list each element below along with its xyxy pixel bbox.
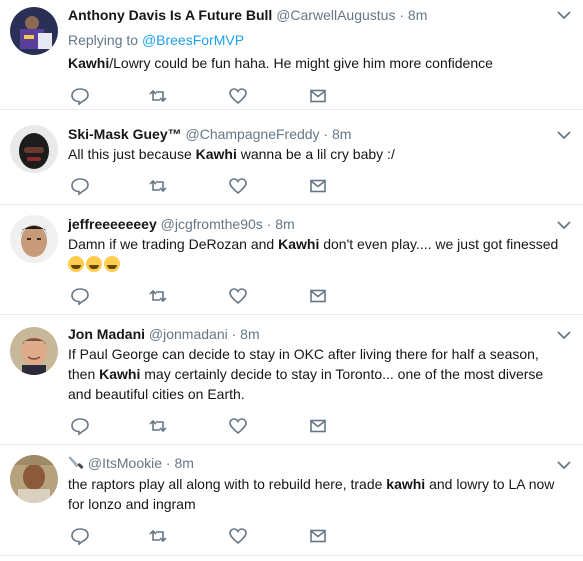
tweet-actions	[68, 526, 338, 546]
retweet-icon[interactable]	[148, 176, 168, 196]
timestamp[interactable]: 8m	[275, 216, 294, 232]
display-name[interactable]: Anthony Davis Is A Future Bull	[68, 7, 272, 23]
text-segment: /Lowry could be fun haha. He might give …	[109, 55, 493, 71]
chevron-down-icon[interactable]	[557, 330, 571, 340]
avatar[interactable]	[10, 215, 58, 263]
retweet-icon[interactable]	[148, 526, 168, 546]
tweet-text: If Paul George can decide to stay in OKC…	[68, 344, 568, 404]
envelope-icon[interactable]	[308, 286, 328, 306]
envelope-icon[interactable]	[308, 526, 328, 546]
text-segment: Kawhi	[99, 366, 141, 382]
separator: ·	[231, 326, 237, 342]
retweet-icon[interactable]	[148, 286, 168, 306]
avatar[interactable]	[10, 125, 58, 173]
heart-icon[interactable]	[228, 286, 248, 306]
user-handle[interactable]: @jonmadani	[149, 326, 228, 342]
text-segment: All this just because	[68, 146, 196, 162]
timestamp[interactable]: 8m	[332, 126, 351, 142]
reply-icon[interactable]	[70, 286, 90, 306]
reply-icon[interactable]	[70, 176, 90, 196]
user-handle[interactable]: @ChampagneFreddy	[186, 126, 320, 142]
avatar[interactable]	[10, 455, 58, 503]
tweet-actions	[68, 86, 338, 106]
heart-icon[interactable]	[228, 526, 248, 546]
text-segment: may certainly decide to stay in Toronto.…	[68, 366, 544, 402]
separator: ·	[323, 126, 329, 142]
tweet-header: Anthony Davis Is A Future Bull @CarwellA…	[68, 6, 427, 24]
heart-icon[interactable]	[228, 416, 248, 436]
tweet-header: @ItsMookie · 8m	[68, 454, 194, 472]
separator: ·	[266, 216, 272, 232]
tweet-header: Jon Madani @jonmadani · 8m	[68, 325, 260, 343]
timestamp[interactable]: 8m	[240, 326, 259, 342]
avatar[interactable]	[10, 7, 58, 55]
chevron-down-icon[interactable]	[557, 10, 571, 20]
separator: ·	[399, 7, 405, 23]
tweet-text: Kawhi/Lowry could be fun haha. He might …	[68, 53, 568, 73]
face-with-tears-of-joy-icon	[104, 256, 120, 272]
text-segment: Kawhi	[278, 236, 320, 252]
avatar[interactable]	[10, 327, 58, 375]
tweet-header: Ski-Mask Guey™ @ChampagneFreddy · 8m	[68, 125, 351, 143]
tweet[interactable]: @ItsMookie · 8m the raptors play all alo…	[0, 445, 583, 556]
tweet-text: the raptors play all along with to rebui…	[68, 474, 568, 514]
tweet-text: Damn if we trading DeRozan and Kawhi don…	[68, 234, 568, 274]
user-handle[interactable]: @ItsMookie	[88, 455, 162, 471]
tweet-actions	[68, 286, 338, 306]
envelope-icon[interactable]	[308, 416, 328, 436]
heart-icon[interactable]	[228, 86, 248, 106]
retweet-icon[interactable]	[148, 416, 168, 436]
timestamp[interactable]: 8m	[174, 455, 193, 471]
timestamp[interactable]: 8m	[408, 7, 427, 23]
tweet[interactable]: Jon Madani @jonmadani · 8m If Paul Georg…	[0, 315, 583, 445]
envelope-icon[interactable]	[308, 86, 328, 106]
text-segment: Kawhi	[195, 146, 237, 162]
chevron-down-icon[interactable]	[557, 460, 571, 470]
chevron-down-icon[interactable]	[557, 130, 571, 140]
replying-to-handle[interactable]: @BreesForMVP	[142, 32, 244, 48]
knife-icon	[69, 456, 84, 469]
tweet[interactable]: Ski-Mask Guey™ @ChampagneFreddy · 8m All…	[0, 110, 583, 205]
text-segment: kawhi	[386, 476, 426, 492]
face-with-tears-of-joy-icon	[68, 256, 84, 272]
face-with-tears-of-joy-icon	[86, 256, 102, 272]
reply-icon[interactable]	[70, 526, 90, 546]
heart-icon[interactable]	[228, 176, 248, 196]
chevron-down-icon[interactable]	[557, 220, 571, 230]
reply-icon[interactable]	[70, 86, 90, 106]
retweet-icon[interactable]	[148, 86, 168, 106]
text-segment: wanna be a lil cry baby :/	[236, 146, 395, 162]
display-name[interactable]: Jon Madani	[68, 326, 145, 342]
text-segment: the raptors play all along with to rebui…	[68, 476, 387, 492]
display-name[interactable]: Ski-Mask Guey™	[68, 126, 182, 142]
tweet-header: jeffreeeeeeey @jcgfromthe90s · 8m	[68, 215, 295, 233]
tweet-text: All this just because Kawhi wanna be a l…	[68, 144, 568, 164]
text-segment: don't even play.... we just got finessed	[319, 236, 559, 252]
tweet[interactable]: jeffreeeeeeey @jcgfromthe90s · 8m Damn i…	[0, 205, 583, 315]
text-segment: Kawhi	[68, 55, 110, 71]
replying-to-label: Replying to	[68, 32, 142, 48]
tweet-actions	[68, 176, 338, 196]
user-handle[interactable]: @jcgfromthe90s	[161, 216, 263, 232]
separator: ·	[165, 455, 171, 471]
text-segment: Damn if we trading DeRozan and	[68, 236, 279, 252]
tweet[interactable]: Anthony Davis Is A Future Bull @CarwellA…	[0, 0, 583, 110]
user-handle[interactable]: @CarwellAugustus	[276, 7, 395, 23]
tweet-actions	[68, 416, 338, 436]
display-name[interactable]: jeffreeeeeeey	[68, 216, 157, 232]
envelope-icon[interactable]	[308, 176, 328, 196]
reply-icon[interactable]	[70, 416, 90, 436]
replying-to: Replying to @BreesForMVP	[68, 31, 244, 49]
